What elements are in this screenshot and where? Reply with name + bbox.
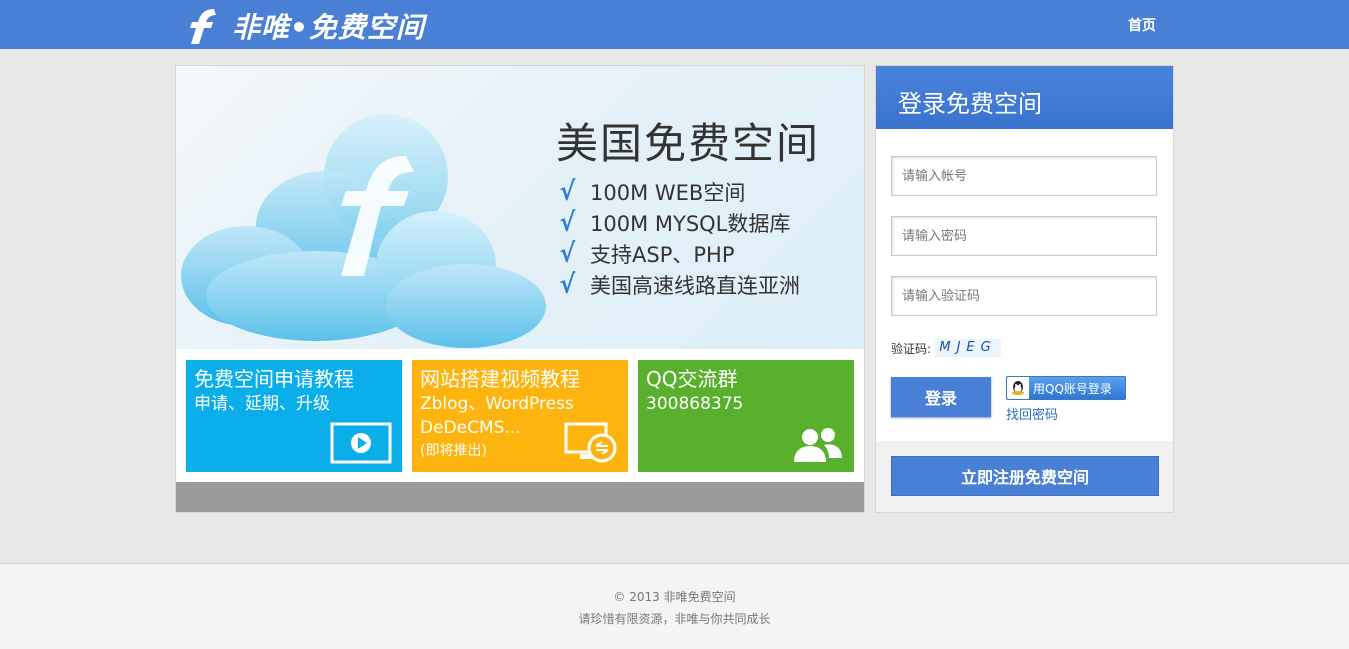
check-icon: √ xyxy=(559,269,576,300)
password-input[interactable] xyxy=(891,216,1157,256)
tile-title: 网站搭建视频教程 xyxy=(420,367,580,391)
tile-subtitle: 申请、延期、升级 xyxy=(194,394,330,414)
login-panel: 登录免费空间 验证码: MJEG 登录 用QQ账号登录 找回密码 立即注册免费空… xyxy=(875,65,1174,513)
qq-login-button[interactable]: 用QQ账号登录 xyxy=(1006,376,1126,400)
register-button[interactable]: 立即注册免费空间 xyxy=(891,456,1159,496)
qq-penguin-icon xyxy=(1007,377,1029,399)
users-icon xyxy=(794,428,842,462)
login-form: 验证码: MJEG 登录 用QQ账号登录 找回密码 xyxy=(876,129,1173,441)
footer-slogan: 请珍惜有限资源，非唯与你共同成长 xyxy=(578,612,771,626)
site-logo[interactable]: 非唯•免费空间 xyxy=(184,6,425,46)
remote-desktop-icon xyxy=(564,422,617,463)
tile-grid: 免费空间申请教程 申请、延期、升级 网站搭建视频教程 Zblog、WordPre… xyxy=(186,360,854,472)
footer-copyright: © 2013 非唯免费空间 xyxy=(613,590,736,604)
account-input[interactable] xyxy=(891,156,1157,196)
check-icon: √ xyxy=(559,238,576,269)
qq-login-label: 用QQ账号登录 xyxy=(1033,381,1112,396)
flash-logo-icon xyxy=(190,9,216,44)
tile-subtitle: 300868375 xyxy=(646,394,744,414)
check-icon: √ xyxy=(559,176,576,207)
captcha-label: 验证码: xyxy=(891,341,932,356)
tile-application-tutorial[interactable]: 免费空间申请教程 申请、延期、升级 xyxy=(186,360,402,472)
gray-divider-strip xyxy=(176,482,864,512)
feature-item: √ 100M WEB空间 xyxy=(559,176,746,207)
top-navigation-bar: 非唯•免费空间 首页 xyxy=(0,0,1349,49)
feature-item: √ 100M MYSQL数据库 xyxy=(559,207,791,238)
forgot-password-link[interactable]: 找回密码 xyxy=(1006,404,1058,423)
login-button[interactable]: 登录 xyxy=(891,377,991,417)
captcha-input[interactable] xyxy=(891,276,1157,316)
tile-qq-group[interactable]: QQ交流群 300868375 xyxy=(638,360,854,472)
check-icon: √ xyxy=(559,207,576,238)
video-play-icon xyxy=(330,422,392,464)
site-name: 非唯•免费空间 xyxy=(232,11,425,44)
hero-banner: 美国免费空间 √ 100M WEB空间 √ 100M MYSQL数据库 √ 支持ASP… xyxy=(176,66,864,349)
cloud-illustration xyxy=(181,114,546,348)
feature-item: √ 美国高速线路直连亚洲 xyxy=(559,269,800,300)
captcha-row: 验证码: MJEG xyxy=(891,339,1002,357)
tile-video-tutorial[interactable]: 网站搭建视频教程 Zblog、WordPress DeDeCMS... (即将推… xyxy=(412,360,628,472)
footer: © 2013 非唯免费空间 请珍惜有限资源，非唯与你共同成长 xyxy=(0,563,1349,649)
login-title: 登录免费空间 xyxy=(876,66,1173,129)
tile-title: QQ交流群 xyxy=(646,367,738,391)
nav-home-link[interactable]: 首页 xyxy=(1128,15,1156,35)
captcha-image[interactable]: MJEG xyxy=(935,339,1002,357)
feature-list: √ 100M WEB空间 √ 100M MYSQL数据库 √ 支持ASP、PHP √ 美… xyxy=(558,176,800,300)
tile-title: 免费空间申请教程 xyxy=(194,367,354,391)
feature-item: √ 支持ASP、PHP xyxy=(559,238,735,269)
promo-panel: 美国免费空间 √ 100M WEB空间 √ 100M MYSQL数据库 √ 支持ASP… xyxy=(175,65,865,513)
banner-title: 美国免费空间 xyxy=(556,119,821,168)
